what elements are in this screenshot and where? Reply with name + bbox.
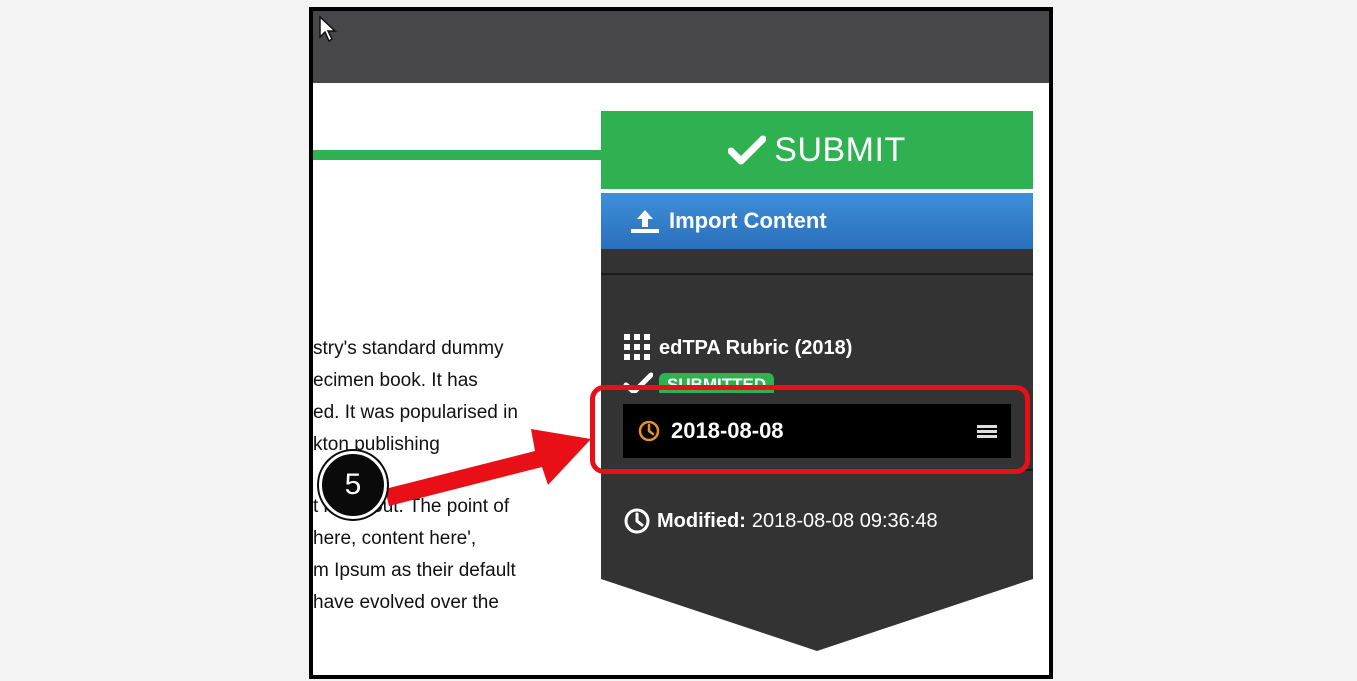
- step-number-badge: 5: [319, 451, 387, 519]
- annotation-arrow: [385, 429, 591, 506]
- screenshot-frame: stry's standard dummy ecimen book. It ha…: [309, 7, 1053, 679]
